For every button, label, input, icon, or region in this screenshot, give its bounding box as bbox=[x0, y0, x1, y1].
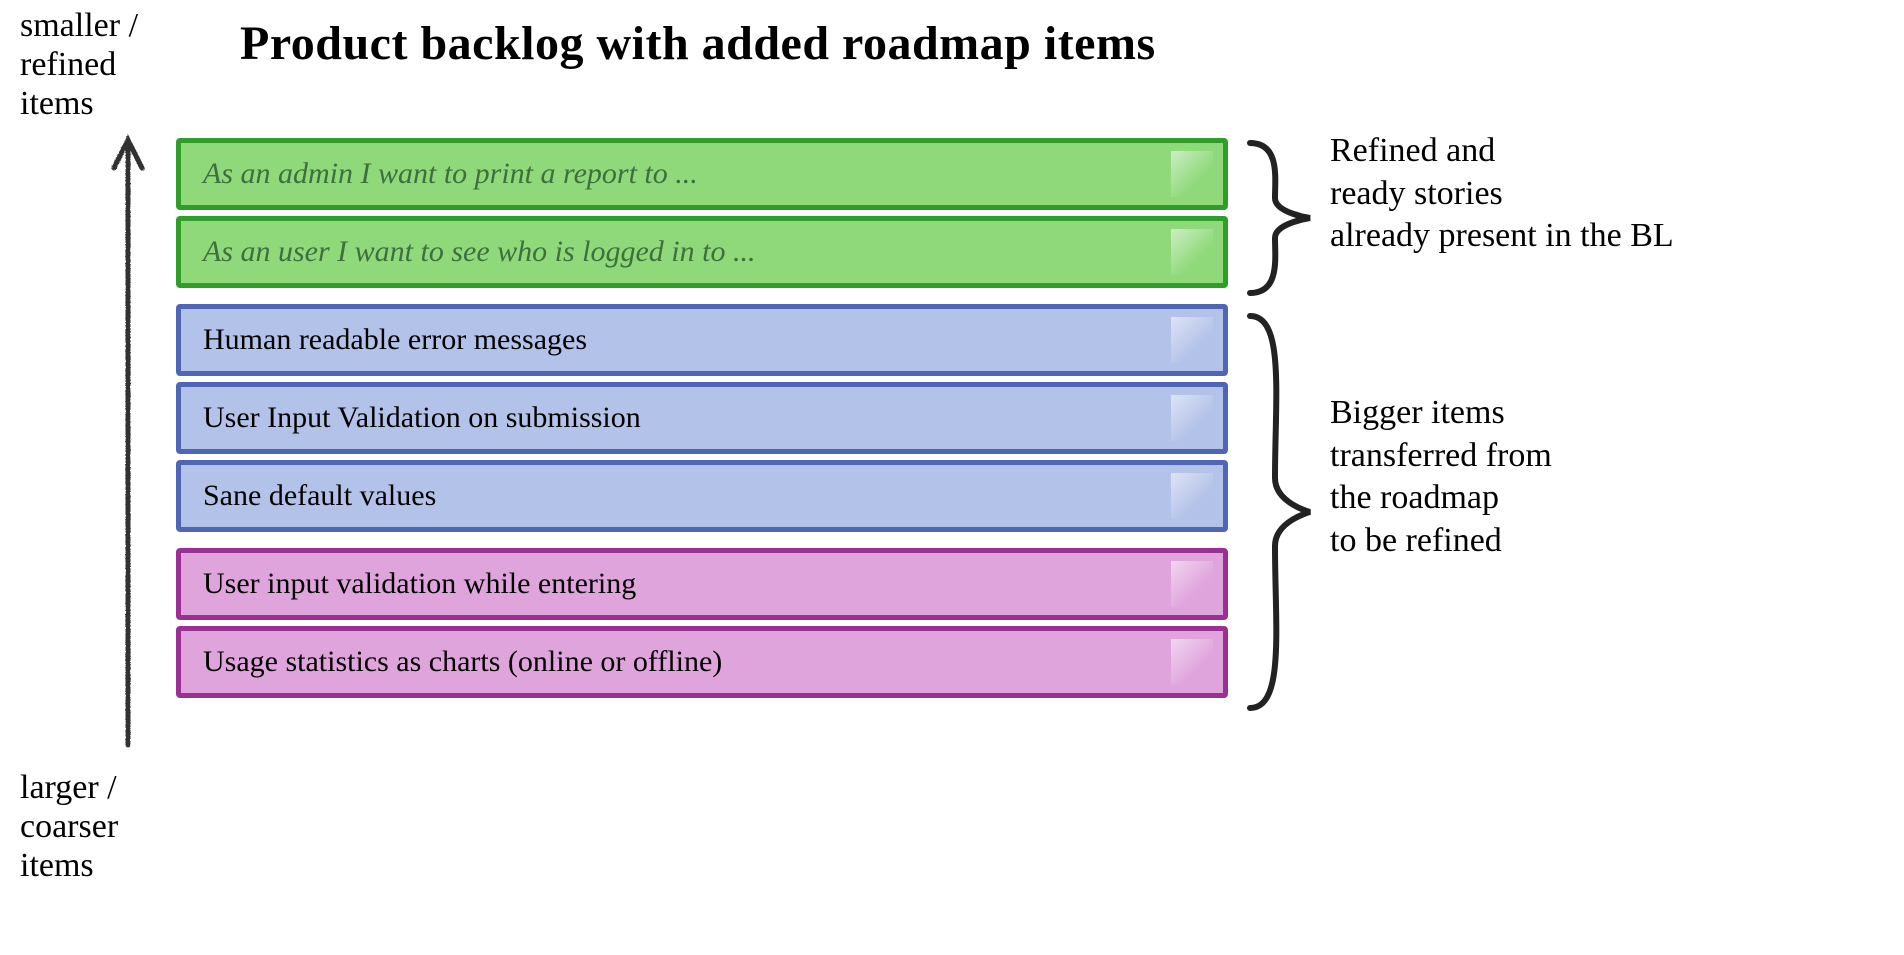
backlog-item: As an admin I want to print a report to … bbox=[176, 138, 1228, 210]
backlog-item-label: Usage statistics as charts (online or of… bbox=[203, 645, 722, 679]
axis-bottom-label: larger / coarser items bbox=[20, 768, 118, 885]
backlog-item-label: As an admin I want to print a report to … bbox=[203, 157, 698, 191]
diagram-title: Product backlog with added roadmap items bbox=[240, 16, 1156, 71]
backlog-item: User input validation while entering bbox=[176, 548, 1228, 620]
backlog-item-label: User Input Validation on submission bbox=[203, 401, 641, 435]
backlog-item-label: User input validation while entering bbox=[203, 567, 636, 601]
backlog-item-label: As an user I want to see who is logged i… bbox=[203, 235, 755, 269]
brace-icon bbox=[1240, 138, 1320, 298]
axis-top-label: smaller / refined items bbox=[20, 6, 138, 123]
annotation-bigger: Bigger items transferred from the roadma… bbox=[1330, 392, 1552, 562]
backlog-item: User Input Validation on submission bbox=[176, 382, 1228, 454]
backlog-stack: As an admin I want to print a report to … bbox=[176, 138, 1228, 698]
backlog-item: As an user I want to see who is logged i… bbox=[176, 216, 1228, 288]
priority-arrow-icon bbox=[108, 130, 148, 750]
annotation-refined: Refined and ready stories already presen… bbox=[1330, 130, 1674, 258]
brace-icon bbox=[1240, 308, 1320, 716]
diagram-root: Product backlog with added roadmap items… bbox=[0, 0, 1904, 955]
backlog-item: Sane default values bbox=[176, 460, 1228, 532]
backlog-item-label: Sane default values bbox=[203, 479, 436, 513]
backlog-item: Human readable error messages bbox=[176, 304, 1228, 376]
backlog-item: Usage statistics as charts (online or of… bbox=[176, 626, 1228, 698]
backlog-item-label: Human readable error messages bbox=[203, 323, 587, 357]
